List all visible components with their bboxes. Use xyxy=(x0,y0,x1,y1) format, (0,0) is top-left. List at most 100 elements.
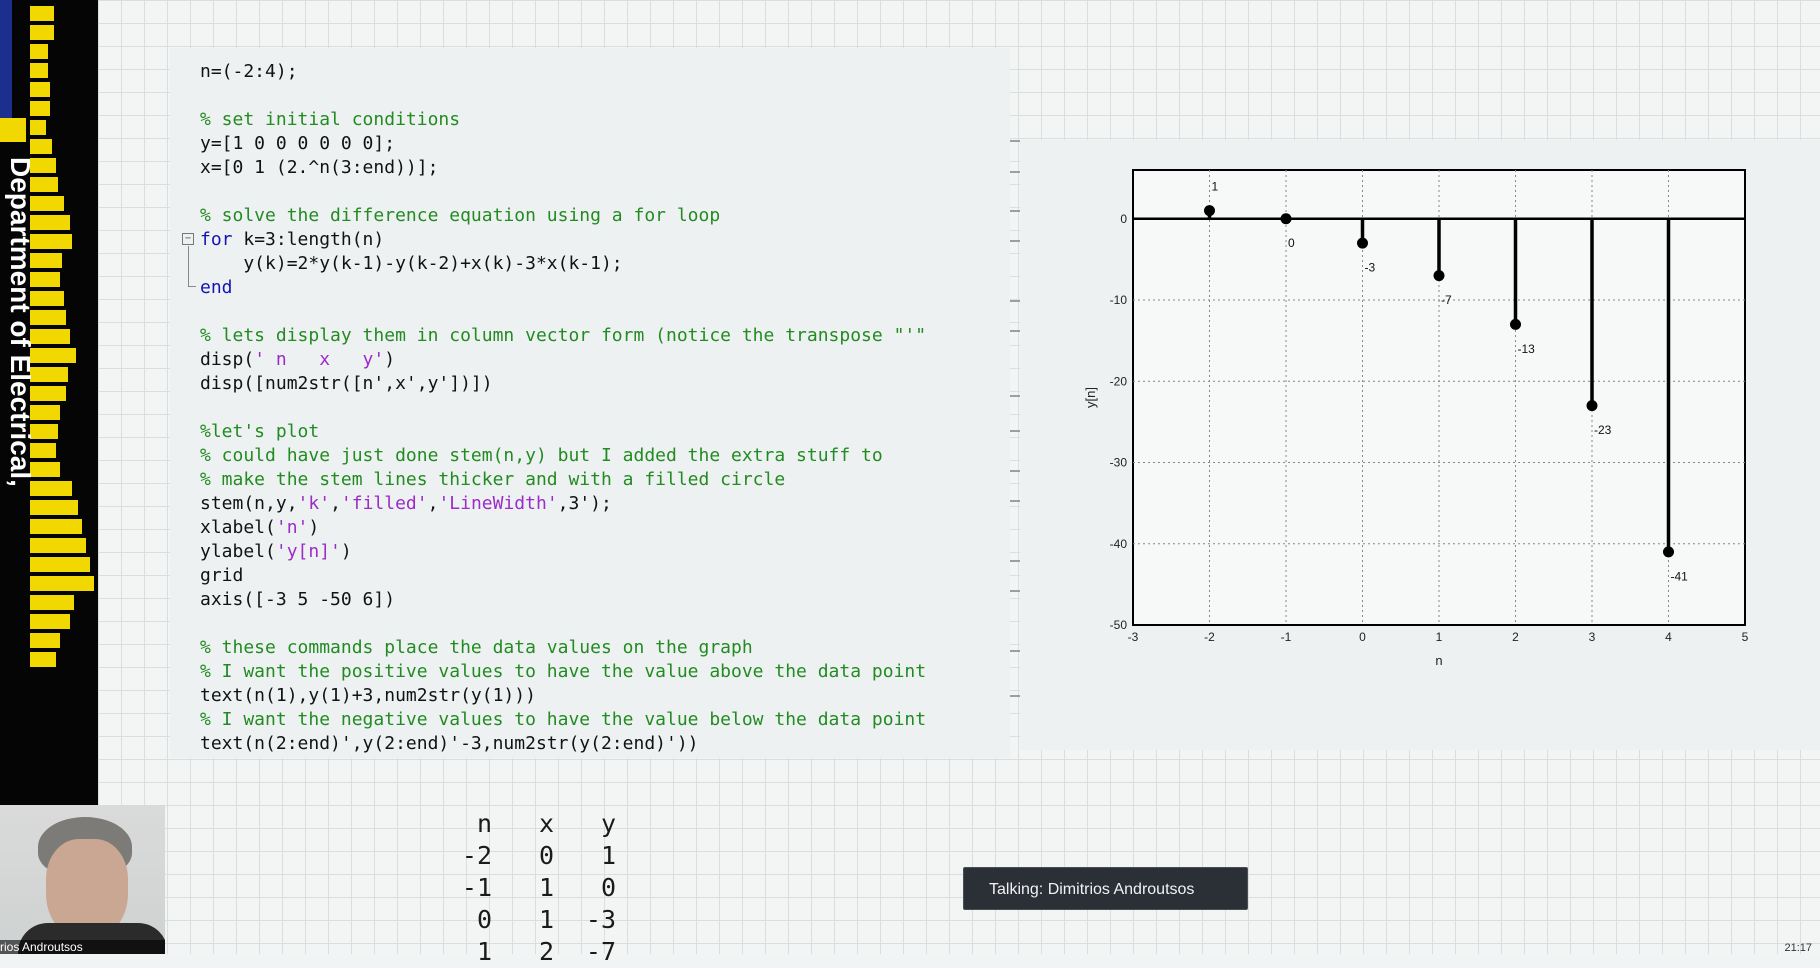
webcam-name-label: rios Androutsos xyxy=(0,940,165,954)
sidebar-bar xyxy=(30,63,48,78)
code-line[interactable]: disp([num2str([n',x',y'])]) xyxy=(200,372,926,396)
code-line[interactable]: x=[0 1 (2.^n(3:end))]; xyxy=(200,156,926,180)
sidebar-bar xyxy=(30,519,82,534)
code-token: stem(n,y, xyxy=(200,493,298,514)
department-label: Department of Electrical, xyxy=(5,157,36,487)
data-label: -3 xyxy=(1365,261,1376,275)
code-line[interactable]: % solve the difference equation using a … xyxy=(200,204,926,228)
output-row: 1 2 -7 xyxy=(430,936,616,968)
code-line[interactable]: y(k)=2*y(k-1)-y(k-2)+x(k)-3*x(k-1); xyxy=(200,252,926,276)
code-line[interactable]: end xyxy=(200,276,926,300)
code-line[interactable]: % lets display them in column vector for… xyxy=(200,324,926,348)
output-cell: 2 xyxy=(538,937,554,966)
code-line[interactable]: % I want the positive values to have the… xyxy=(200,660,926,684)
sidebar-bar xyxy=(30,101,50,116)
code-line[interactable] xyxy=(200,84,926,108)
x-tick-label: -1 xyxy=(1281,630,1292,644)
sidebar-bar xyxy=(30,652,56,667)
sidebar-bar xyxy=(30,500,78,515)
code-line[interactable]: axis([-3 5 -50 6]) xyxy=(200,588,926,612)
talking-indicator: Talking: Dimitrios Androutsos xyxy=(963,867,1248,910)
code-line[interactable]: % make the stem lines thicker and with a… xyxy=(200,468,926,492)
code-line[interactable] xyxy=(200,396,926,420)
x-tick-label: 0 xyxy=(1359,630,1366,644)
code-line[interactable]: for k=3:length(n) xyxy=(200,228,926,252)
code-line[interactable]: n=(-2:4); xyxy=(200,60,926,84)
x-tick-label: 1 xyxy=(1436,630,1443,644)
x-tick-label: -3 xyxy=(1128,630,1139,644)
code-token: , xyxy=(427,493,439,514)
sidebar-bar xyxy=(30,120,46,135)
output-header-row: nxy xyxy=(430,808,616,840)
stem-marker xyxy=(1204,205,1215,217)
sidebar-bar xyxy=(30,25,54,40)
code-line[interactable] xyxy=(200,300,926,324)
stem-marker xyxy=(1280,213,1292,225)
fold-guide-line xyxy=(188,246,189,286)
code-token: disp([num2str([n',x',y'])]) xyxy=(200,373,493,394)
code-line[interactable]: text(n(2:end)',y(2:end)'-3,num2str(y(2:e… xyxy=(200,732,926,756)
code-line[interactable]: % these commands place the data values o… xyxy=(200,636,926,660)
code-line[interactable]: %let's plot xyxy=(200,420,926,444)
code-line[interactable]: % set initial conditions xyxy=(200,108,926,132)
x-tick-label: -2 xyxy=(1204,630,1215,644)
data-label: -41 xyxy=(1671,569,1689,583)
sidebar-blue-stripe xyxy=(0,0,12,120)
y-tick-label: -50 xyxy=(1110,618,1128,632)
code-token: 'LineWidth' xyxy=(438,493,558,514)
code-line[interactable]: ylabel('y[n]') xyxy=(200,540,926,564)
code-token: y=[1 0 0 0 0 0 0]; xyxy=(200,133,396,154)
data-label: -13 xyxy=(1518,342,1536,356)
code-token: k=3:length(n) xyxy=(232,229,385,250)
code-line[interactable]: disp(' n x y') xyxy=(200,348,926,372)
sidebar-bar xyxy=(30,139,52,154)
code-token: axis([-3 5 -50 6]) xyxy=(200,589,396,610)
code-line[interactable]: % I want the negative values to have the… xyxy=(200,708,926,732)
command-window-output: n x y -2 0 1 -1 1 0 0 1 -3 1 2 -7 xyxy=(430,808,616,968)
stem-marker xyxy=(1663,546,1674,558)
data-label: 1 xyxy=(1212,179,1219,193)
output-cell: -2 xyxy=(461,841,492,870)
code-token: 'y[n]' xyxy=(275,541,341,562)
code-token: ) xyxy=(308,517,320,538)
output-cell: -3 xyxy=(585,905,616,934)
code-token: 'k' xyxy=(297,493,331,514)
code-token: xlabel( xyxy=(200,517,276,538)
code-token: % these commands place the data values o… xyxy=(200,637,753,658)
output-header-cell: n xyxy=(476,809,492,838)
sidebar-bar xyxy=(30,633,60,648)
code-line[interactable] xyxy=(200,180,926,204)
code-line[interactable]: grid xyxy=(200,564,926,588)
code-line[interactable]: text(n(1),y(1)+3,num2str(y(1))) xyxy=(200,684,926,708)
output-cell: 1 xyxy=(538,873,554,902)
stem-plot: -3 -2 -1 0 1 2 3 4 50-10-20-30-40-50ny[n]10-3-7-… xyxy=(1083,169,1749,668)
code-line[interactable] xyxy=(200,612,926,636)
sidebar-bar xyxy=(30,595,74,610)
code-token: text(n(1),y(1)+3,num2str(y(1))) xyxy=(200,685,536,706)
sidebar-yellow-tab xyxy=(0,118,26,142)
stem-marker xyxy=(1433,270,1445,282)
code-token: % could have just done stem(n,y) but I a… xyxy=(200,445,883,466)
x-axis-label: n xyxy=(1435,653,1442,668)
stem-marker xyxy=(1510,318,1521,330)
data-label: -23 xyxy=(1594,423,1612,437)
x-tick-label: 5 xyxy=(1742,630,1749,644)
code-line[interactable]: xlabel('n') xyxy=(200,516,926,540)
y-axis-label: y[n] xyxy=(1083,387,1098,408)
sidebar-bar xyxy=(30,538,86,553)
code-token: % solve the difference equation using a … xyxy=(200,205,721,226)
code-token: 'n' xyxy=(275,517,309,538)
code-line[interactable]: y=[1 0 0 0 0 0 0]; xyxy=(200,132,926,156)
output-cell: -7 xyxy=(585,937,616,966)
data-label: -7 xyxy=(1441,293,1452,307)
y-tick-label: -30 xyxy=(1110,456,1128,470)
code-token: ylabel( xyxy=(200,541,276,562)
code-line[interactable]: stem(n,y,'k','filled','LineWidth',3'); xyxy=(200,492,926,516)
fold-toggle-icon[interactable]: − xyxy=(182,233,194,245)
code-token: , xyxy=(330,493,341,514)
x-tick-label: 2 xyxy=(1512,630,1519,644)
matlab-code-editor[interactable]: n=(-2:4); % set initial conditions y=[1 0… xyxy=(200,60,926,756)
code-token: n=(-2:4); xyxy=(200,61,298,82)
code-line[interactable]: % could have just done stem(n,y) but I a… xyxy=(200,444,926,468)
code-token: % I want the negative values to have the… xyxy=(200,709,927,730)
